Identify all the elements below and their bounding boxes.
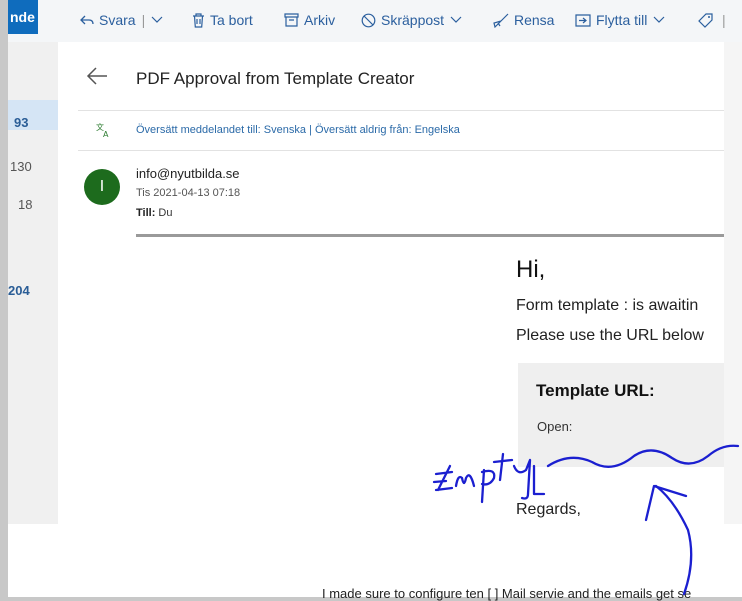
reply-icon xyxy=(80,15,94,25)
sweep-button[interactable]: Rensa xyxy=(493,10,554,30)
move-folder-icon xyxy=(575,13,591,27)
template-url-open: Open: xyxy=(537,419,573,434)
to-label: Till: xyxy=(136,207,156,219)
delete-button[interactable]: Ta bort xyxy=(192,10,253,30)
trash-icon xyxy=(193,12,204,28)
sent-date: Tis 2021-04-13 07:18 xyxy=(136,187,241,199)
archive-label: Arkiv xyxy=(304,12,336,28)
chevron-down-icon[interactable] xyxy=(450,16,462,24)
sender-address[interactable]: info@nyutbilda.se xyxy=(136,166,240,181)
tag-icon xyxy=(698,12,713,28)
junk-label: Skräppost xyxy=(381,12,445,28)
email-subject: PDF Approval from Template Creator xyxy=(136,69,415,88)
tag-button[interactable]: | xyxy=(698,10,726,30)
divider xyxy=(78,110,724,111)
junk-button[interactable]: Skräppost xyxy=(361,10,467,30)
toolbar-divider: | xyxy=(722,12,726,28)
translate-icon: 文A xyxy=(96,122,109,138)
back-arrow-icon[interactable] xyxy=(86,66,108,86)
move-to-button[interactable]: Flytta till xyxy=(575,10,670,30)
archive-icon xyxy=(284,13,299,27)
screenshot-frame: nde Svara | Ta bort Arkiv Skräppost Rens… xyxy=(0,0,742,601)
to-value: Du xyxy=(158,207,173,219)
body-line: Form template : is awaitin xyxy=(516,297,699,314)
translate-bar[interactable]: Översätt meddelandet till: Svenska | Öve… xyxy=(136,124,460,136)
new-message-button[interactable]: nde xyxy=(8,0,38,34)
divider xyxy=(78,150,724,151)
body-regards: Regards, xyxy=(516,501,581,518)
reading-pane: PDF Approval from Template Creator 文A Öv… xyxy=(58,42,724,524)
archive-button[interactable]: Arkiv xyxy=(284,10,335,30)
folder-count: 204 xyxy=(8,283,30,298)
chevron-down-icon[interactable] xyxy=(151,16,163,24)
toolbar-divider: | xyxy=(141,12,146,28)
command-toolbar: nde Svara | Ta bort Arkiv Skräppost Rens… xyxy=(8,0,742,42)
template-url-box: Template URL: Open: xyxy=(518,363,724,467)
chevron-down-icon[interactable] xyxy=(653,16,665,24)
delete-label: Ta bort xyxy=(210,12,253,28)
scrollbar[interactable] xyxy=(724,42,742,524)
reply-button[interactable]: Svara | xyxy=(80,10,168,30)
sweep-label: Rensa xyxy=(514,12,555,28)
bottom-caption: I made sure to configure ten [ ] Mail se… xyxy=(322,586,692,601)
folder-count: 93 xyxy=(14,115,29,130)
template-url-title: Template URL: xyxy=(536,381,655,400)
svg-text:A: A xyxy=(103,130,109,138)
recipient-line: Till: Du xyxy=(136,207,172,219)
broom-icon xyxy=(493,13,509,28)
body-greeting: Hi, xyxy=(516,256,546,283)
folder-pane: 93 130 18 204 xyxy=(8,42,58,524)
avatar: I xyxy=(84,169,120,205)
message-separator xyxy=(136,234,724,237)
move-to-label: Flytta till xyxy=(596,12,648,28)
block-icon xyxy=(361,13,376,27)
reply-label: Svara xyxy=(99,12,136,28)
folder-count: 130 xyxy=(10,159,32,174)
body-line: Please use the URL below xyxy=(516,327,704,344)
folder-count: 18 xyxy=(18,197,33,212)
